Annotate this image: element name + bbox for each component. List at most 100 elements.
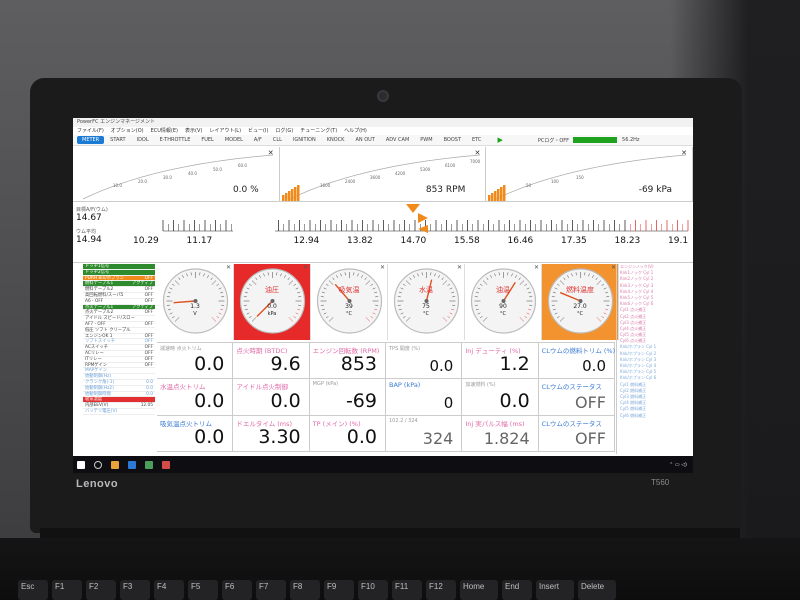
powerfc-app-icon[interactable] xyxy=(162,460,170,469)
tab-adv cam[interactable]: ADV CAM xyxy=(381,136,414,144)
menu-item[interactable]: オプション(O) xyxy=(111,127,144,135)
tab-cll[interactable]: CLL xyxy=(268,136,287,144)
menu-item[interactable]: レイアウト(L) xyxy=(209,127,241,135)
menu-item[interactable]: ビュー(I) xyxy=(248,127,268,135)
app-icon[interactable] xyxy=(145,460,153,469)
status-label: 吸気温度 xyxy=(85,397,103,403)
key-esc[interactable]: Esc xyxy=(18,580,48,600)
tab-an out[interactable]: AN OUT xyxy=(350,136,379,144)
key-f2[interactable]: F2 xyxy=(86,580,116,600)
tab-bar: METER START IDOL E-THROTTLE FUEL MODEL A/F CLL I… xyxy=(73,135,693,146)
chart-tick-label: 60.0 xyxy=(238,163,247,168)
menu-item[interactable]: ECU情報(E) xyxy=(151,127,178,135)
chart-tick-label: 7000 xyxy=(470,159,481,164)
tile-value: 3.30 xyxy=(258,425,301,448)
menu-item[interactable]: チューニング(T) xyxy=(300,127,337,135)
afr-actual-value: 14.94 xyxy=(76,235,102,245)
cylinder-row: Cyl6 燃料補正 xyxy=(617,413,693,419)
key-insert[interactable]: Insert xyxy=(536,580,574,600)
tab-fuel[interactable]: FUEL xyxy=(196,136,218,144)
tile-value: 0.0 xyxy=(499,389,530,412)
key-f11[interactable]: F11 xyxy=(392,580,422,600)
gauge-dial xyxy=(547,268,614,334)
afr-scale-label: 17.35 xyxy=(561,236,587,246)
menu-item[interactable]: ログ(G) xyxy=(275,127,293,135)
search-icon[interactable] xyxy=(94,460,102,469)
key-f4[interactable]: F4 xyxy=(154,580,184,600)
menu-item[interactable]: 表示(V) xyxy=(185,127,202,135)
gauge-dial xyxy=(239,268,306,334)
gauge-name: 水温 xyxy=(419,286,433,294)
status-label: エンジンOK 1 xyxy=(85,333,113,339)
key-f12[interactable]: F12 xyxy=(426,580,456,600)
windows-start-icon[interactable] xyxy=(77,460,85,469)
gauge: ✕ 水温 75 °C xyxy=(388,264,465,340)
key-f3[interactable]: F3 xyxy=(120,580,150,600)
key-f8[interactable]: F8 xyxy=(290,580,320,600)
value-tile: CLウムの燃料トリム (%) 0.0 xyxy=(538,343,615,380)
file-explorer-icon[interactable] xyxy=(111,460,119,469)
tile-value: 0.0 xyxy=(194,425,225,448)
afr-scale-label: 11.17 xyxy=(187,236,213,246)
key-delete[interactable]: Delete xyxy=(578,580,616,600)
afr-actual-marker xyxy=(418,213,428,223)
tab-a/f[interactable]: A/F xyxy=(249,136,267,144)
tab-list: METER START IDOL E-THROTTLE FUEL MODEL A/F CLL I… xyxy=(77,136,486,144)
key-f7[interactable]: F7 xyxy=(256,580,286,600)
close-icon[interactable]: ✕ xyxy=(474,149,480,157)
close-icon[interactable]: ✕ xyxy=(457,264,462,271)
key-f9[interactable]: F9 xyxy=(324,580,354,600)
status-value: OFF xyxy=(144,287,153,293)
close-icon[interactable]: ✕ xyxy=(268,149,274,157)
tile-label: 102.2 / 324 xyxy=(389,417,418,424)
value-tile: アイドル点火制御 0.0 xyxy=(233,379,310,416)
tab-meter[interactable]: METER xyxy=(77,136,105,144)
key-f5[interactable]: F5 xyxy=(188,580,218,600)
gauge-readout: 90 xyxy=(499,303,507,310)
tile-value: 9.6 xyxy=(270,353,301,376)
chart-readout: 853 RPM xyxy=(425,185,466,195)
key-end[interactable]: End xyxy=(502,580,532,600)
chart-tick-label: 5300 xyxy=(420,167,431,172)
tab-model[interactable]: MODEL xyxy=(220,136,248,144)
gauge-name: 油圧 xyxy=(265,286,279,294)
gauge: ✕ 1.3 V xyxy=(157,264,234,340)
tab-ignition[interactable]: IGNITION xyxy=(288,136,321,144)
tab-boost[interactable]: BOOST xyxy=(439,136,466,144)
close-icon[interactable]: ✕ xyxy=(226,264,231,271)
close-icon[interactable]: ✕ xyxy=(681,149,687,157)
status-value: OFF xyxy=(144,345,153,351)
key-f6[interactable]: F6 xyxy=(222,580,252,600)
tab-e-throttle[interactable]: E-THROTTLE xyxy=(155,136,196,144)
key-f1[interactable]: F1 xyxy=(52,580,82,600)
play-icon[interactable]: ▶ xyxy=(497,136,502,144)
cylinder-list: エンジンノック(V) Knk1ノック Cyl 1 Knk2ノック Cyl 2 Knk3… xyxy=(616,264,693,454)
close-icon[interactable]: ✕ xyxy=(534,264,539,271)
tab-pwm[interactable]: PWM xyxy=(415,136,437,144)
value-tile: ドエルタイム (ms) 3.30 xyxy=(233,415,310,452)
browser-icon[interactable] xyxy=(128,460,136,469)
tab-start[interactable]: START xyxy=(105,136,130,144)
chart-tick-label: 50 xyxy=(526,183,532,188)
activity-bar xyxy=(503,185,506,201)
function-key-row: Esc F1 F2 F3 F4 F5 F6 F7 F8 F9 F10 F11 F12 Home End Ins… xyxy=(18,580,616,600)
tab-idol[interactable]: IDOL xyxy=(132,136,154,144)
gauge-unit: V xyxy=(193,311,197,317)
value-tile: CLウムのステータス OFF xyxy=(538,379,615,416)
gauge-unit: °C xyxy=(577,311,583,317)
status-value: アクティブ xyxy=(131,304,153,310)
tab-knock[interactable]: KNOCK xyxy=(322,136,350,144)
value-tiles: 減速時 点火トリム 0.0 点火時期 (BTDC) 9.6 エンジン回転数 (RPM) 8… xyxy=(157,342,615,452)
tile-value: 0.0 xyxy=(429,357,454,376)
key-home[interactable]: Home xyxy=(460,580,498,600)
status-row: バッテリ電圧(V) xyxy=(83,409,155,415)
menu-item[interactable]: ヘルプ(H) xyxy=(344,127,367,135)
menu-item[interactable]: ファイル(F) xyxy=(77,127,104,135)
afr-target-label: 目標A/F(ウム) xyxy=(76,207,108,213)
close-icon[interactable]: ✕ xyxy=(303,264,308,271)
key-f10[interactable]: F10 xyxy=(358,580,388,600)
tab-etc[interactable]: ETC xyxy=(467,136,486,144)
afr-scale-label: 19.1 xyxy=(668,236,688,246)
close-icon[interactable]: ✕ xyxy=(380,264,385,271)
value-tile: Inj 実パルス幅 (ms) 1.824 xyxy=(462,415,539,452)
